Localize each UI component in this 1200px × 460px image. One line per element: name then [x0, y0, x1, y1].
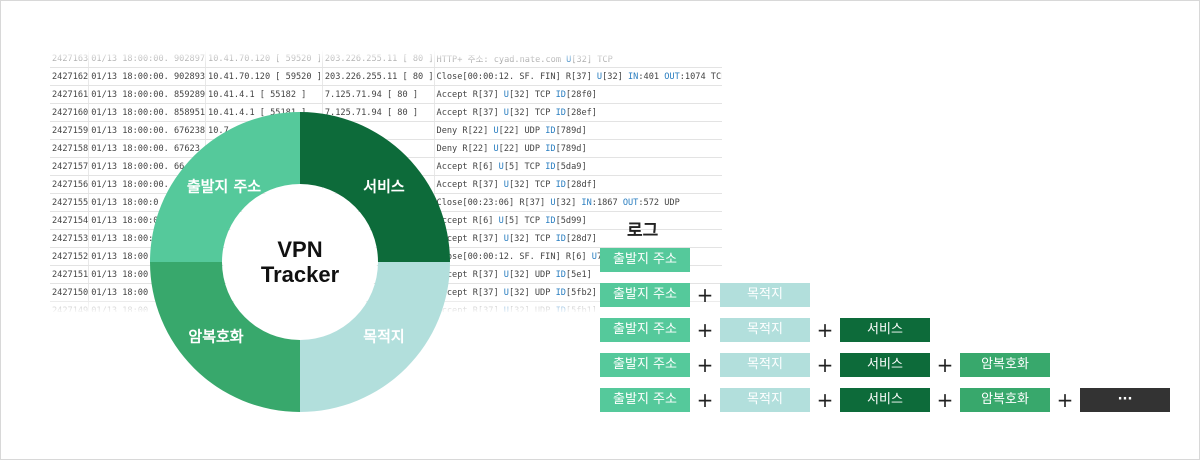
plus-sign: + [696, 353, 714, 377]
log-info: Deny R[22] U[22] UDP ID[789d] [434, 139, 722, 158]
plus-sign: + [696, 283, 714, 307]
formula-service-box: 서비스 [840, 318, 930, 342]
log-id: 2427154 [50, 211, 90, 230]
log-fade-top [50, 50, 730, 64]
log-keyword: U [498, 161, 504, 172]
log-id: 2427157 [50, 157, 90, 176]
log-info: Close[00:23:06] R[37] U[32] IN:1867 OUT:… [434, 193, 722, 212]
segment-label-origin: 출발지 주소 [186, 177, 262, 196]
log-keyword: U [493, 125, 499, 136]
log-keyword: OUT [622, 197, 639, 208]
log-id: 2427155 [50, 193, 90, 212]
donut-center-title: VPN Tracker [261, 237, 339, 287]
log-keyword: ID [555, 107, 566, 118]
log-keyword: ID [555, 89, 566, 100]
center-line-tracker: Tracker [260, 262, 340, 287]
log-time: 01/13 18:00:00. 902893 [88, 67, 207, 86]
log-id: 2427159 [50, 121, 90, 140]
log-keyword: U [503, 233, 509, 244]
plus-sign: + [936, 353, 954, 377]
log-keyword: U [503, 89, 509, 100]
plus-sign: + [936, 388, 954, 412]
formula-destination-box: 목적지 [720, 353, 810, 377]
log-id: 2427162 [50, 67, 90, 86]
log-keyword: U [596, 71, 603, 82]
plus-sign: + [816, 353, 834, 377]
formula-service-box: 서비스 [840, 388, 930, 412]
formula-destination-box: 목적지 [720, 283, 810, 307]
log-row: 2427162 01/13 18:00:00. 902893 10.41.70.12… [50, 67, 722, 86]
log-keyword: U [550, 197, 556, 208]
formula-service-box: 서비스 [840, 353, 930, 377]
log-id: 2427152 [50, 247, 90, 266]
log-info: Accept R[6] U[5] TCP ID[5d99] [434, 211, 722, 230]
log-info: Accept R[6] U[5] TCP ID[5da9] [434, 157, 722, 176]
segment-label-service: 서비스 [363, 177, 405, 196]
log-destination: 7.125.71.94 [ 80 ] [322, 85, 435, 104]
log-id: 2427151 [50, 265, 90, 284]
log-id: 2427161 [50, 85, 90, 104]
log-keyword: IN [581, 197, 592, 208]
log-keyword: OUT [664, 71, 680, 82]
formula-origin-box: 출발지 주소 [600, 283, 690, 307]
plus-sign: + [696, 318, 714, 342]
log-info: Close[00:00:12. SF. FIN] R[37] U[32] IN:… [434, 67, 722, 86]
log-keyword: U [503, 179, 509, 190]
log-keyword: U [503, 107, 509, 118]
log-keyword: ID [555, 233, 566, 244]
center-line-vpn: VPN [277, 237, 323, 262]
log-keyword: U [503, 269, 509, 280]
formula-origin-box: 출발지 주소 [600, 248, 690, 272]
formula-origin-box: 출발지 주소 [600, 388, 690, 412]
log-row: 2427161 01/13 18:00:00. 859289 10.41.4.1 [… [50, 85, 722, 104]
log-keyword: IN [627, 71, 639, 82]
plus-sign: + [1056, 388, 1074, 412]
log-keyword: ID [545, 215, 556, 226]
log-id: 2427156 [50, 175, 90, 194]
log-time: 01/13 18:00:00. 859289 [88, 85, 207, 104]
log-keyword: ID [545, 125, 556, 136]
log-formula-title: 로그 [627, 221, 659, 241]
log-info: Accept R[37] U[32] TCP ID[28df] [434, 175, 722, 194]
segment-label-encryption: 암복호화 [188, 327, 244, 346]
plus-sign: + [816, 388, 834, 412]
log-info: Accept R[37] U[32] TCP ID[28f0] [434, 85, 722, 104]
log-keyword: U [493, 143, 499, 154]
formula-encryption-box: 암복호화 [960, 388, 1050, 412]
log-keyword: ID [545, 143, 556, 154]
segment-label-destination: 목적지 [363, 327, 405, 346]
log-keyword: ID [555, 179, 566, 190]
formula-origin-box: 출발지 주소 [600, 353, 690, 377]
log-id: 2427160 [50, 103, 90, 122]
log-keyword: ID [545, 161, 556, 172]
formula-destination-box: 목적지 [720, 318, 810, 342]
formula-origin-box: 출발지 주소 [600, 318, 690, 342]
log-id: 2427158 [50, 139, 90, 158]
log-id: 2427153 [50, 229, 90, 248]
log-destination: 203.226.255.11 [ 80 ] [322, 67, 435, 86]
formula-encryption-box: 암복호화 [960, 353, 1050, 377]
log-source: 10.41.4.1 [ 55182 ] [205, 85, 323, 104]
log-info: Accept R[37] U[32] TCP ID[28d7] [434, 229, 722, 248]
log-info: Accept R[37] U[32] TCP ID[28ef] [434, 103, 722, 122]
log-keyword: U [591, 251, 597, 262]
log-keyword: U [498, 215, 504, 226]
log-source: 10.41.70.120 [ 59520 ] [205, 67, 323, 86]
plus-sign: + [696, 388, 714, 412]
log-info: Deny R[22] U[22] UDP ID[789d] [434, 121, 722, 140]
formula-more-box: ··· [1080, 388, 1170, 412]
formula-destination-box: 목적지 [720, 388, 810, 412]
plus-sign: + [816, 318, 834, 342]
log-keyword: ID [555, 269, 566, 280]
